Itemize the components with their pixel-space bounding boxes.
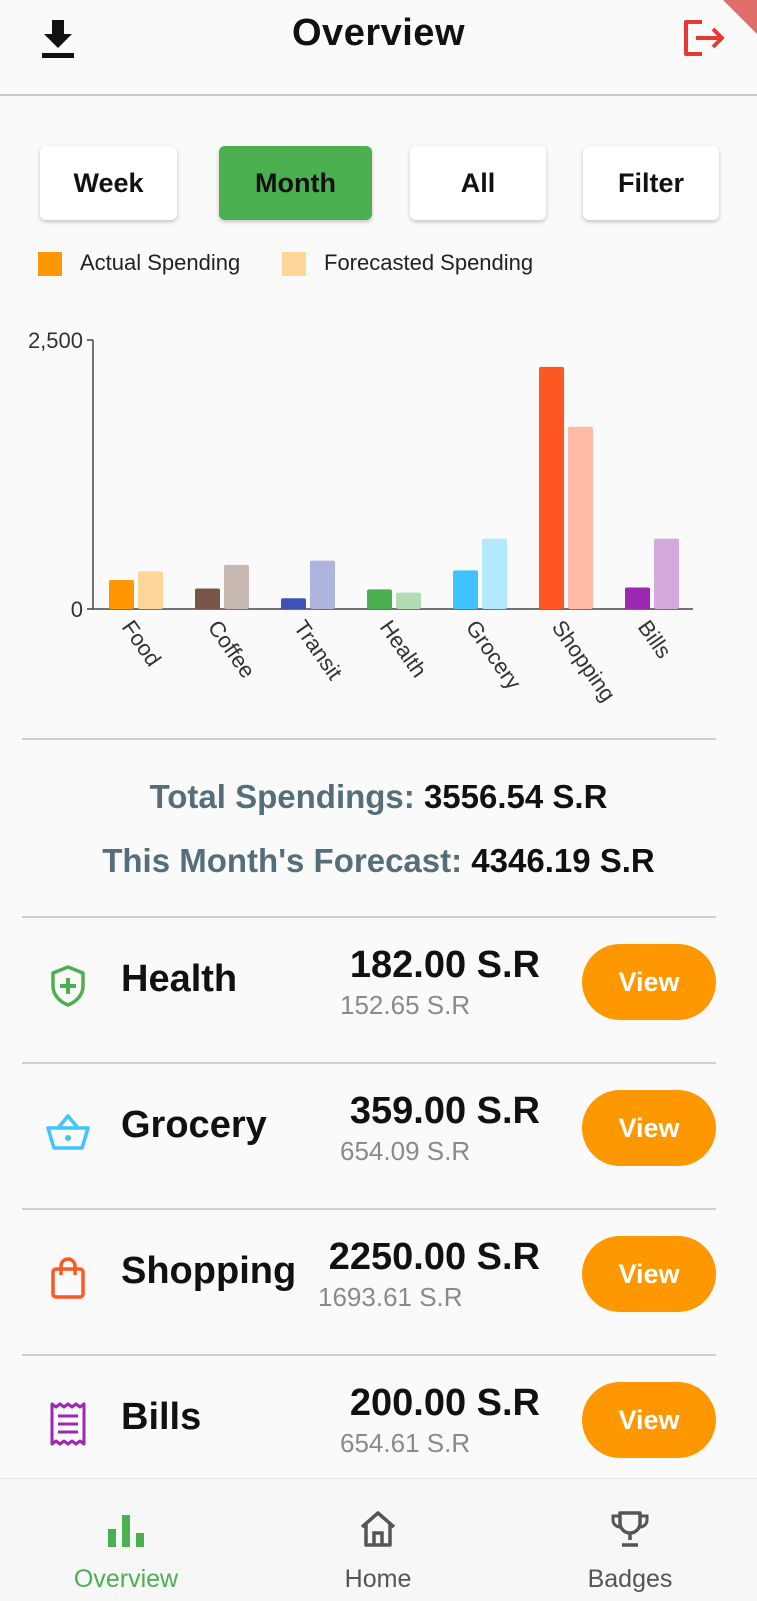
bar-chart-icon (108, 1515, 144, 1547)
bar-forecast (396, 592, 421, 609)
period-week-button[interactable]: Week (40, 146, 177, 220)
bar-actual (281, 598, 306, 609)
category-name: Health (121, 958, 238, 1000)
x-tick-label: Food (117, 616, 166, 671)
basket-icon (46, 1114, 90, 1150)
category-name: Bills (121, 1396, 202, 1438)
category-forecast: 654.61 S.R (340, 1428, 471, 1458)
legend-actual-label: Actual Spending (80, 250, 241, 275)
app-bar: Overview (0, 0, 757, 96)
x-tick-label: Transit (289, 616, 348, 685)
bottom-navigation: Overview Home Badges (0, 1478, 757, 1601)
x-tick-label: Coffee (203, 616, 260, 683)
view-button[interactable]: View (582, 944, 716, 1020)
bar-actual (109, 579, 134, 609)
divider (22, 738, 716, 740)
bar-actual (625, 587, 650, 609)
x-tick-label: Health (375, 616, 432, 682)
category-row-shopping: Shopping 2250.00 S.R 1693.61 S.R View (22, 1210, 716, 1356)
trophy-icon (611, 1511, 649, 1547)
bar-actual (195, 588, 220, 609)
legend-forecast-swatch (282, 252, 306, 276)
home-icon (360, 1511, 396, 1547)
category-amount: 200.00 S.R (349, 1382, 540, 1424)
receipt-icon (50, 1402, 86, 1446)
category-amount: 359.00 S.R (349, 1090, 540, 1132)
legend-actual-swatch (38, 252, 62, 276)
view-button[interactable]: View (582, 1236, 716, 1312)
period-all-button[interactable]: All (410, 146, 546, 220)
y-tick-label: 0 (71, 597, 83, 622)
bar-forecast (138, 571, 163, 609)
month-forecast-label: This Month's Forecast: (102, 842, 463, 879)
bar-forecast (482, 538, 507, 609)
filter-button[interactable]: Filter (583, 146, 719, 220)
bar-forecast (654, 538, 679, 609)
y-tick-label: 2,500 (28, 328, 83, 353)
category-amount: 2250.00 S.R (328, 1236, 540, 1278)
period-month-button[interactable]: Month (219, 146, 372, 220)
shield-plus-icon (51, 965, 85, 1007)
shopping-bag-icon (51, 1257, 85, 1299)
total-spendings-label: Total Spendings: (149, 778, 415, 815)
category-row-health: Health 182.00 S.R 152.65 S.R View (22, 918, 716, 1064)
view-button[interactable]: View (582, 1382, 716, 1458)
x-tick-label: Shopping (547, 616, 621, 707)
category-amount: 182.00 S.R (349, 944, 540, 986)
category-forecast: 152.65 S.R (340, 990, 471, 1020)
bar-forecast (568, 426, 593, 609)
bar-actual (367, 589, 392, 609)
nav-overview[interactable]: Overview (0, 1479, 252, 1601)
month-forecast: This Month's Forecast: 4346.19 S.R (0, 842, 757, 880)
nav-overview-label: Overview (73, 1565, 179, 1593)
x-tick-label: Bills (633, 616, 677, 663)
category-forecast: 1693.61 S.R (318, 1282, 463, 1312)
category-name: Shopping (121, 1250, 297, 1292)
x-tick-label: Grocery (461, 616, 526, 694)
nav-badges-label: Badges (587, 1565, 673, 1593)
month-forecast-value: 4346.19 S.R (471, 842, 655, 879)
bar-forecast (310, 560, 335, 609)
category-row-grocery: Grocery 359.00 S.R 654.09 S.R View (22, 1064, 716, 1210)
total-spendings-value: 3556.54 S.R (423, 778, 608, 815)
nav-badges[interactable]: Badges (504, 1479, 756, 1601)
bar-actual (453, 570, 478, 609)
nav-home-label: Home (344, 1565, 412, 1593)
page-title: Overview (292, 12, 465, 54)
total-spendings: Total Spendings: 3556.54 S.R (0, 778, 757, 816)
legend-forecast-label: Forecasted Spending (324, 250, 534, 275)
view-button[interactable]: View (582, 1090, 716, 1166)
logout-icon[interactable] (680, 16, 728, 60)
category-forecast: 654.09 S.R (340, 1136, 471, 1166)
bar-forecast (224, 564, 249, 609)
bar-actual (539, 366, 564, 609)
nav-home[interactable]: Home (252, 1479, 504, 1601)
spending-bar-chart: 0 2,500 Food Coffee Transit Health Grocery Shop… (28, 328, 693, 707)
category-name: Grocery (121, 1104, 267, 1146)
debug-banner (723, 0, 757, 34)
